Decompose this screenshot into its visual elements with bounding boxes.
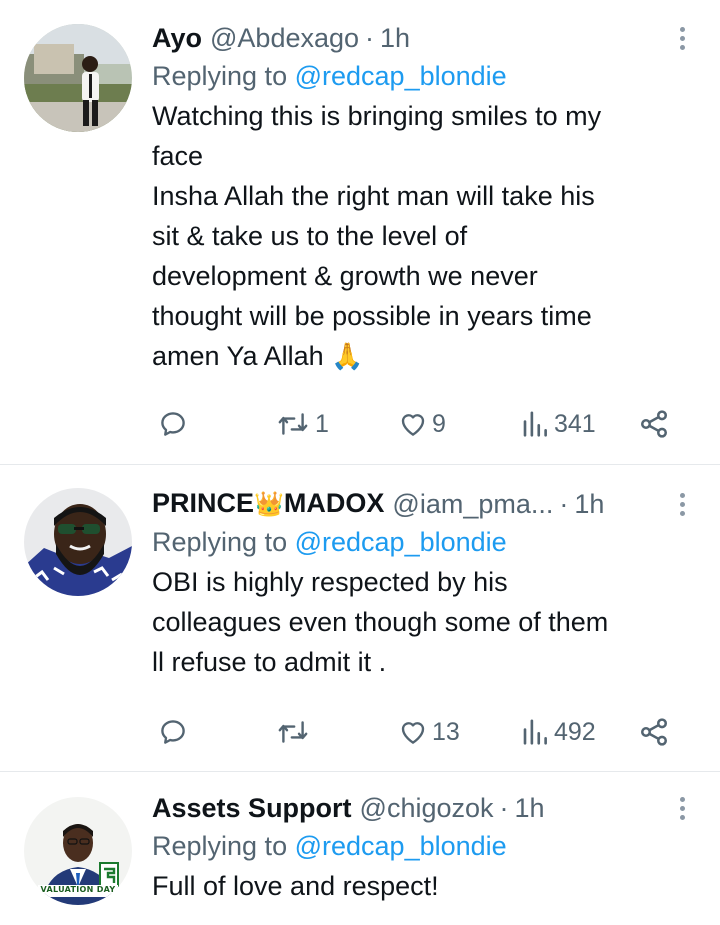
retweet-button[interactable] <box>275 712 315 752</box>
like-button[interactable]: 13 <box>398 712 460 752</box>
user-handle[interactable]: @chigozok <box>360 790 494 826</box>
analytics-icon <box>523 411 547 437</box>
analytics-icon <box>523 719 547 745</box>
separator: · <box>365 23 375 53</box>
tweet-2[interactable]: PRINCE👑MADOX @iam_pma... · 1h Replying t… <box>0 465 720 771</box>
user-handle[interactable]: @Abdexago <box>210 20 359 56</box>
tweet-header: Assets Support @chigozok · 1h <box>152 790 700 826</box>
reply-button[interactable] <box>158 712 192 752</box>
heart-icon <box>401 722 425 744</box>
retweet-button[interactable]: 1 <box>275 404 329 444</box>
share-button[interactable] <box>638 404 670 444</box>
share-icon <box>641 410 667 438</box>
tweet-text: Watching this is bringing smiles to my f… <box>152 96 700 376</box>
avatar[interactable] <box>24 24 132 132</box>
mention-link[interactable]: @redcap_blondie <box>295 831 507 861</box>
avatar[interactable] <box>24 488 132 596</box>
views-button[interactable]: 492 <box>520 712 596 752</box>
view-count: 492 <box>554 717 596 746</box>
mention-link[interactable]: @redcap_blondie <box>295 61 507 91</box>
reply-button[interactable] <box>158 404 192 444</box>
tweet-actions: 13 492 <box>0 712 720 752</box>
avatar-image <box>24 24 132 132</box>
tweet-text: Full of love and respect! <box>152 871 439 901</box>
replying-prefix: Replying to <box>152 831 288 861</box>
reply-icon <box>161 412 185 436</box>
tweet-text: OBI is highly respected by his colleague… <box>152 567 609 677</box>
display-name[interactable]: Assets Support <box>152 790 352 826</box>
replying-prefix: Replying to <box>152 61 288 91</box>
replying-prefix: Replying to <box>152 527 288 557</box>
display-name-part2: MADOX <box>283 488 385 518</box>
display-name-part1: PRINCE <box>152 488 255 518</box>
replying-to: Replying to @redcap_blondie <box>152 522 700 562</box>
timestamp[interactable]: 1h <box>574 486 604 522</box>
share-icon <box>641 718 667 746</box>
mention-link[interactable]: @redcap_blondie <box>295 527 507 557</box>
tweet-header: Ayo @Abdexago · 1h <box>152 20 700 56</box>
tweet-text-body: Watching this is bringing smiles to my f… <box>152 101 602 371</box>
folded-hands-emoji: 🙏 <box>331 341 364 371</box>
like-button[interactable]: 9 <box>398 404 446 444</box>
like-count: 9 <box>432 409 446 438</box>
tweet-3[interactable]: VALUATION DAY Assets Support @chigozok ·… <box>0 772 720 925</box>
share-button[interactable] <box>638 712 670 752</box>
timestamp[interactable]: 1h <box>515 790 545 826</box>
heart-icon <box>401 414 425 436</box>
avatar-image <box>24 488 132 596</box>
display-name[interactable]: PRINCE👑MADOX <box>152 485 384 523</box>
replying-to: Replying to @redcap_blondie <box>152 826 700 866</box>
views-button[interactable]: 341 <box>520 404 596 444</box>
replying-to: Replying to @redcap_blondie <box>152 56 700 96</box>
retweet-icon <box>278 721 308 743</box>
like-count: 13 <box>432 717 460 746</box>
avatar[interactable]: VALUATION DAY <box>24 797 132 905</box>
avatar-banner-text: VALUATION DAY <box>40 885 116 894</box>
timestamp[interactable]: 1h <box>380 20 410 56</box>
tweet-1[interactable]: Ayo @Abdexago · 1h Replying to @redcap_b… <box>0 0 720 464</box>
separator: · <box>499 793 509 823</box>
view-count: 341 <box>554 409 596 438</box>
crown-emoji: 👑 <box>254 491 284 518</box>
retweet-icon <box>278 413 308 435</box>
reply-icon <box>161 720 185 744</box>
user-handle[interactable]: @iam_pma... <box>392 486 553 522</box>
retweet-count: 1 <box>315 409 329 438</box>
tweet-header: PRINCE👑MADOX @iam_pma... · 1h <box>152 486 700 522</box>
separator: · <box>559 489 569 519</box>
tweet-actions: 1 9 341 <box>0 404 720 444</box>
display-name[interactable]: Ayo <box>152 20 202 56</box>
